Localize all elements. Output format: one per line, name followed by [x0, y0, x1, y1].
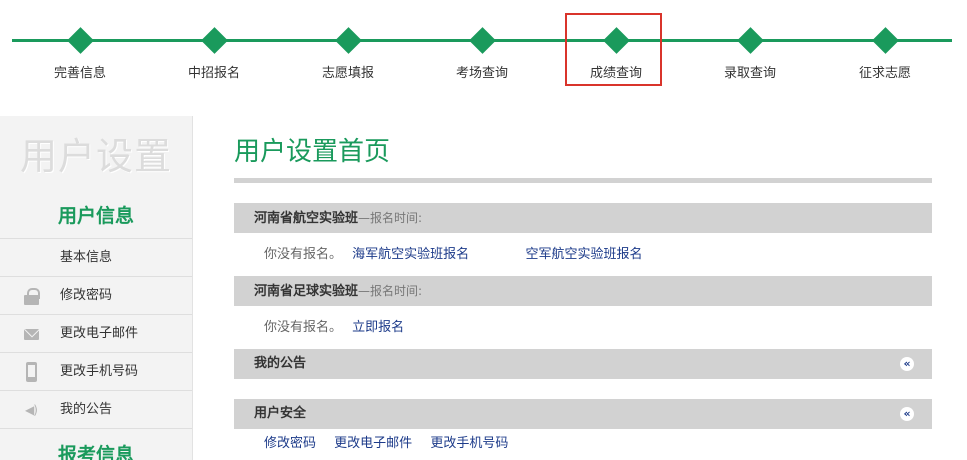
step-solicit-volunteer[interactable]: 征求志愿: [820, 27, 950, 81]
step-registration[interactable]: 中招报名: [149, 27, 279, 81]
section-football-body: 你没有报名。 立即报名: [234, 306, 932, 349]
sidebar-item-label: 基本信息: [60, 250, 113, 265]
step-label: 征求志愿: [858, 66, 911, 81]
step-admission-query[interactable]: 录取查询: [685, 27, 815, 81]
sidebar-item-label: 修改密码: [60, 288, 113, 303]
sidebar-section-exam-info: 报考信息: [57, 444, 134, 460]
step-diamond-icon: [871, 27, 899, 54]
phone-icon: [22, 353, 40, 391]
registration-status: 你没有报名。: [264, 320, 343, 335]
step-label: 中招报名: [187, 66, 240, 81]
step-label: 完善信息: [53, 66, 106, 81]
sidebar-title: 用户设置: [20, 135, 172, 178]
section-notices-header[interactable]: 我的公告 «: [234, 349, 932, 379]
sidebar-item-label: 更改手机号码: [60, 364, 139, 379]
step-label: 志愿填报: [321, 66, 374, 81]
page-title: 用户设置首页: [234, 137, 391, 167]
navy-aviation-signup-link[interactable]: 海军航空实验班报名: [352, 247, 469, 262]
step-diamond-icon: [66, 27, 94, 54]
sidebar-item-label: 我的公告: [60, 402, 113, 417]
section-security-links: 修改密码 更改电子邮件 更改手机号码: [234, 429, 932, 459]
step-diamond-icon: [200, 27, 228, 54]
football-signup-link[interactable]: 立即报名: [352, 320, 404, 335]
main-content: 用户设置首页 河南省航空实验班—报名时间: 你没有报名。 海军航空实验班报名 空…: [234, 116, 932, 460]
highlight-box: [565, 13, 662, 86]
section-title: 我的公告: [254, 356, 307, 371]
speaker-icon: ◀): [25, 403, 38, 417]
section-title: 用户安全: [254, 406, 307, 421]
section-security-header[interactable]: 用户安全 «: [234, 399, 932, 429]
sidebar-item-basic-info[interactable]: 基本信息: [0, 239, 192, 277]
sidebar-section-user-info: 用户信息: [0, 194, 192, 239]
collapse-icon[interactable]: «: [900, 407, 914, 421]
step-label: 考场查询: [455, 66, 508, 81]
progress-steps: 完善信息 中招报名 志愿填报 考场查询 成绩查询 录取查询 征求志愿: [0, 0, 967, 100]
registration-status: 你没有报名。: [264, 247, 343, 262]
change-password-link[interactable]: 修改密码: [264, 436, 316, 451]
step-diamond-icon: [736, 27, 764, 54]
section-aviation-body: 你没有报名。 海军航空实验班报名 空军航空实验班报名: [234, 233, 932, 276]
step-volunteer-fill[interactable]: 志愿填报: [283, 27, 413, 81]
sidebar-item-change-password[interactable]: 修改密码: [0, 277, 192, 315]
sidebar-item-change-phone[interactable]: 更改手机号码: [0, 353, 192, 391]
section-subtitle: —报名时间:: [358, 284, 423, 298]
change-email-link[interactable]: 更改电子邮件: [334, 436, 412, 451]
mail-icon: [22, 315, 40, 353]
step-diamond-icon: [334, 27, 362, 54]
change-phone-link[interactable]: 更改手机号码: [430, 436, 508, 451]
section-football-header: 河南省足球实验班—报名时间:: [234, 276, 932, 306]
airforce-aviation-signup-link[interactable]: 空军航空实验班报名: [525, 247, 642, 262]
section-subtitle: —报名时间:: [358, 211, 423, 225]
section-aviation-header: 河南省航空实验班—报名时间:: [234, 203, 932, 233]
sidebar-item-my-notices[interactable]: ◀) 我的公告: [0, 391, 192, 429]
collapse-icon[interactable]: «: [900, 357, 914, 371]
step-label: 录取查询: [723, 66, 776, 81]
section-title: 河南省航空实验班: [254, 211, 359, 226]
section-title: 河南省足球实验班: [254, 284, 359, 299]
step-exam-room-query[interactable]: 考场查询: [417, 27, 547, 81]
step-diamond-icon: [468, 27, 496, 54]
sidebar-item-change-email[interactable]: 更改电子邮件: [0, 315, 192, 353]
sidebar: 用户设置 用户信息 基本信息 修改密码 更改电子邮件 更改手机号码 ◀) 我的公…: [0, 116, 193, 460]
lock-icon: [22, 277, 40, 315]
step-complete-info[interactable]: 完善信息: [15, 27, 145, 81]
sidebar-item-label: 更改电子邮件: [60, 326, 139, 341]
